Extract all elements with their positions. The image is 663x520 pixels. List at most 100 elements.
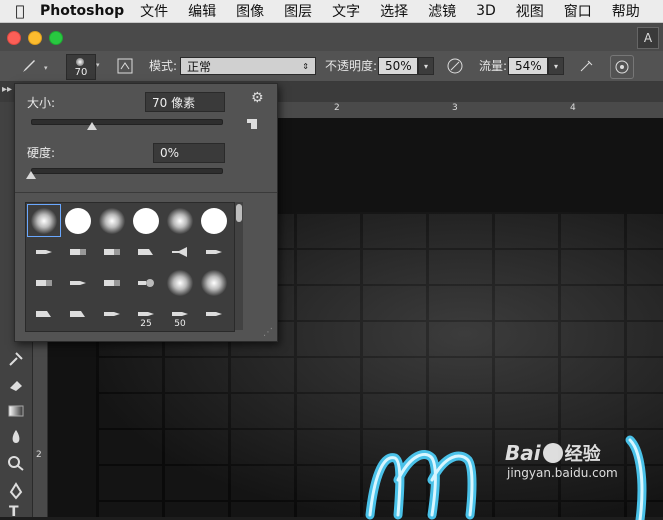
watermark-brand-suffix: 经验 [564,444,601,465]
window-titlebar: A [0,23,663,51]
brush-panel-toggle-icon[interactable] [114,55,136,77]
menu-help[interactable]: 帮助 [612,1,640,21]
pencil-tip-brush-icon[interactable] [198,236,230,267]
close-window-button[interactable] [7,31,21,45]
hardness-slider-thumb[interactable] [26,171,36,179]
size-slider-thumb[interactable] [86,122,97,130]
collapse-panels-icon[interactable]: ▸▸ [2,84,12,95]
preset-scrollbar[interactable] [235,202,243,330]
flat-brush-brush-icon[interactable] [96,267,128,298]
brush-size-label: 50 [174,319,186,329]
minimize-window-button[interactable] [28,31,42,45]
flat-brush-brush-icon[interactable] [28,267,60,298]
blur-tool-icon[interactable] [7,428,25,450]
hardness-slider[interactable] [31,168,223,174]
opacity-label: 不透明度: [325,59,378,73]
airbrush-icon[interactable] [576,55,598,77]
soft-round-brush-icon[interactable] [96,205,128,236]
soft-round-brush-icon[interactable] [198,267,230,298]
opacity-input[interactable]: 50% [378,57,418,75]
menu-3d[interactable]: 3D [476,3,496,19]
fan-brush-brush-icon[interactable] [164,236,196,267]
round-bristle-brush-icon[interactable] [130,267,162,298]
panel-divider [15,192,277,193]
pencil-tip-brush-icon[interactable] [198,298,230,329]
apple-icon[interactable]:  [0,2,40,20]
dodge-tool-icon[interactable] [7,454,25,476]
app-menu[interactable]: Photoshop [40,3,124,19]
gear-icon[interactable]: ⚙ [251,90,264,106]
reset-size-icon[interactable] [247,119,257,129]
angled-brush-brush-icon[interactable] [62,298,94,329]
size-slider[interactable] [31,119,223,125]
mode-label: 模式: [149,59,178,73]
flow-input[interactable]: 54% [508,57,548,75]
gradient-tool-icon[interactable] [7,402,25,424]
flow-label: 流量: [479,59,508,73]
soft-round-brush-icon[interactable] [164,267,196,298]
tool-preset-dropdown-icon[interactable]: ▾ [44,64,48,72]
pressure-opacity-icon[interactable] [444,55,466,77]
hard-round-brush-icon[interactable] [130,205,162,236]
menu-window[interactable]: 窗口 [564,1,592,21]
brush-tip-icon [76,58,84,66]
menu-select[interactable]: 选择 [380,1,408,21]
select-arrows-icon: ⇕ [302,61,309,71]
menu-image[interactable]: 图像 [236,1,264,21]
watermark-brand: Bai [505,441,541,465]
menu-bar:  Photoshop 文件 编辑 图像 图层 文字 选择 滤镜 3D 视图 窗… [0,0,663,23]
blend-mode-select[interactable]: 正常 ⇕ [180,57,316,75]
brush-tool-icon[interactable] [18,55,40,77]
menu-file[interactable]: 文件 [140,1,168,21]
hardness-label: 硬度: [27,146,56,160]
ruler-tick-label: 4 [570,103,576,113]
resize-handle-icon[interactable]: ⋰ [263,327,273,338]
ruler-tick-label: 3 [452,103,458,113]
ruler-tick-label: 2 [36,450,42,460]
pencil-tip-brush-icon[interactable] [28,236,60,267]
hardness-input[interactable]: 0% [153,143,225,163]
menu-type[interactable]: 文字 [332,1,360,21]
pen-tool-icon[interactable] [7,482,25,504]
preset-scrollbar-thumb[interactable] [236,204,242,222]
baidu-watermark: Bai 经验 jingyan.baidu.com [505,440,618,480]
pencil-tip-brush-icon[interactable]: 50 [164,298,196,329]
pencil-tip-brush-icon[interactable]: 25 [130,298,162,329]
workspace-icon[interactable]: A [637,27,659,49]
type-tool-icon[interactable]: T [9,504,19,520]
brush-size-readout: 70 [74,67,88,78]
ruler-tick-label: 2 [334,103,340,113]
menu-edit[interactable]: 编辑 [188,1,216,21]
horizontal-ruler: 2 3 4 [276,102,663,119]
brush-picker-dropdown-icon[interactable]: ▾ [96,61,100,69]
pressure-size-icon[interactable] [610,55,634,79]
angled-brush-brush-icon[interactable] [28,298,60,329]
paw-icon [542,443,563,463]
pencil-tip-brush-icon[interactable] [62,267,94,298]
menu-layer[interactable]: 图层 [284,1,312,21]
size-label: 大小: [27,96,56,110]
menu-view[interactable]: 视图 [516,1,544,21]
flow-dropdown-icon[interactable]: ▾ [548,57,564,75]
history-brush-tool-icon[interactable] [7,350,25,372]
zoom-window-button[interactable] [49,31,63,45]
eraser-tool-icon[interactable] [7,376,25,398]
opacity-dropdown-icon[interactable]: ▾ [418,57,434,75]
angled-brush-brush-icon[interactable] [130,236,162,267]
hard-round-brush-icon[interactable] [62,205,94,236]
soft-round-brush-icon[interactable] [27,204,61,237]
brush-preset-grid: 25 50 [25,202,235,332]
options-bar: ▾ 70 ▾ 模式: 正常 ⇕ 不透明度: 50% ▾ 流量: 54% ▾ [0,51,663,82]
blend-mode-value: 正常 [187,59,212,74]
hard-round-brush-icon[interactable] [198,205,230,236]
vertical-ruler: 2 [33,340,48,517]
size-input[interactable]: 70 像素 [145,92,225,112]
soft-round-brush-icon[interactable] [164,205,196,236]
brush-preset-panel: 大小: 70 像素 ⚙ 硬度: 0% 25 50 ⋰ [14,83,278,342]
flat-brush-brush-icon[interactable] [96,236,128,267]
brush-preset-picker[interactable]: 70 [66,54,96,80]
menu-filter[interactable]: 滤镜 [428,1,456,21]
pencil-tip-brush-icon[interactable] [96,298,128,329]
brush-size-label: 25 [140,319,152,329]
flat-brush-brush-icon[interactable] [62,236,94,267]
